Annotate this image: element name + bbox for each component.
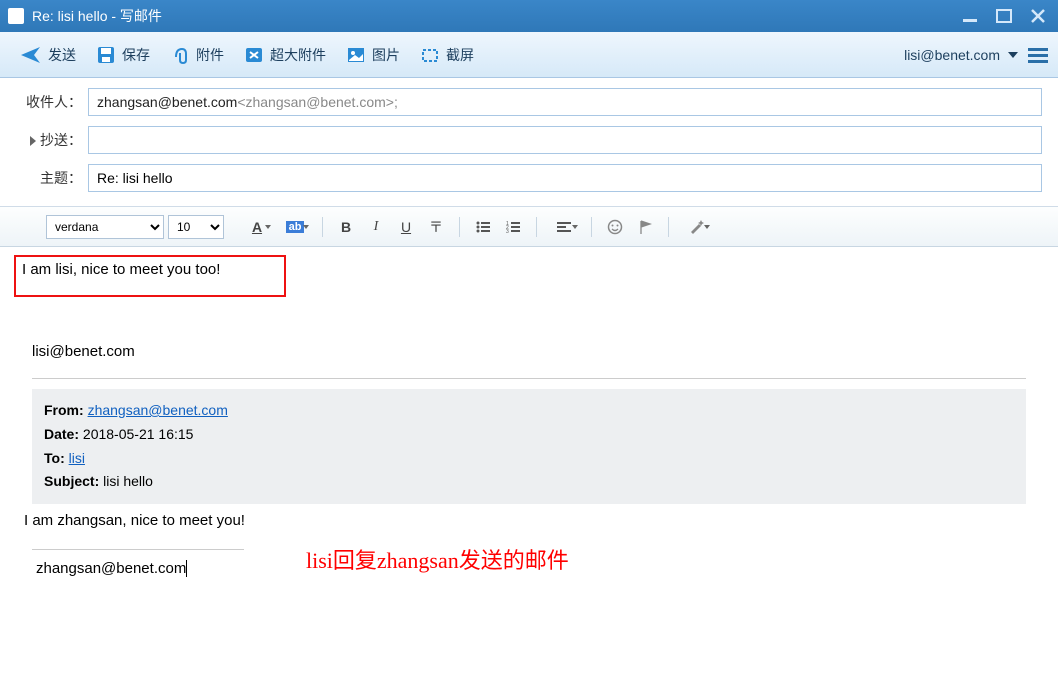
subject-label: 主题：	[16, 168, 88, 188]
large-attach-label: 超大附件	[270, 45, 326, 65]
strikethrough-button[interactable]: 〒	[423, 215, 449, 239]
cc-field[interactable]	[88, 126, 1042, 154]
app-icon	[8, 8, 24, 24]
signature-sender: lisi@benet.com	[32, 343, 1058, 360]
original-body: I am zhangsan, nice to meet you!	[24, 512, 1042, 529]
cc-input[interactable]	[97, 132, 1033, 148]
emoji-button[interactable]	[602, 215, 628, 239]
highlight-button[interactable]: ab	[278, 215, 312, 239]
bold-button[interactable]: B	[333, 215, 359, 239]
screenshot-label: 截屏	[446, 45, 474, 65]
save-label: 保存	[122, 45, 150, 65]
reply-text[interactable]: I am lisi, nice to meet you too!	[14, 255, 286, 297]
qto-link[interactable]: lisi	[69, 450, 85, 466]
format-toolbar: verdana 10 A ab B I U 〒 123	[0, 207, 1058, 247]
large-attach-icon	[244, 45, 264, 65]
date-label: Date:	[44, 426, 79, 442]
subject-input[interactable]	[97, 170, 1033, 186]
flag-button[interactable]	[632, 215, 658, 239]
window-title: Re: lisi hello - 写邮件	[32, 6, 962, 26]
account-label[interactable]: lisi@benet.com	[904, 47, 1000, 63]
separator	[32, 378, 1026, 379]
paperclip-icon	[170, 45, 190, 65]
text-cursor	[186, 560, 187, 577]
qsubject-value: lisi hello	[103, 473, 153, 489]
send-button[interactable]: 发送	[10, 40, 86, 70]
subject-field[interactable]	[88, 164, 1042, 192]
separator-2	[32, 549, 244, 550]
to-name: zhangsan@benet.com	[97, 94, 237, 110]
image-icon	[346, 45, 366, 65]
effects-button[interactable]	[679, 215, 713, 239]
to-email: <zhangsan@benet.com>;	[237, 94, 398, 110]
image-button[interactable]: 图片	[336, 40, 410, 70]
align-button[interactable]	[547, 215, 581, 239]
save-icon	[96, 45, 116, 65]
italic-button[interactable]: I	[363, 215, 389, 239]
account-dropdown[interactable]	[1008, 52, 1018, 58]
date-value: 2018-05-21 16:15	[83, 426, 194, 442]
size-select[interactable]: 10	[168, 215, 224, 239]
to-label: 收件人：	[16, 92, 88, 112]
large-attach-button[interactable]: 超大附件	[234, 40, 336, 70]
menu-icon[interactable]	[1028, 47, 1048, 63]
title-bar: Re: lisi hello - 写邮件	[0, 0, 1058, 32]
numbered-list-button[interactable]: 123	[500, 215, 526, 239]
close-button[interactable]	[1030, 8, 1050, 24]
screenshot-icon	[420, 45, 440, 65]
send-icon	[20, 45, 42, 65]
from-label: From:	[44, 402, 84, 418]
image-label: 图片	[372, 45, 400, 65]
font-color-button[interactable]: A	[240, 215, 274, 239]
annotation-text: lisi回复zhangsan发送的邮件	[306, 543, 569, 575]
save-button[interactable]: 保存	[86, 40, 160, 70]
expand-cc-icon	[30, 136, 36, 146]
screenshot-button[interactable]: 截屏	[410, 40, 484, 70]
underline-button[interactable]: U	[393, 215, 419, 239]
font-select[interactable]: verdana	[46, 215, 164, 239]
to-field[interactable]: zhangsan@benet.com<zhangsan@benet.com>;	[88, 88, 1042, 116]
svg-text:3: 3	[506, 229, 509, 233]
send-label: 发送	[48, 45, 76, 65]
attach-button[interactable]: 附件	[160, 40, 234, 70]
quote-header: From: zhangsan@benet.com Date: 2018-05-2…	[32, 389, 1026, 504]
minimize-button[interactable]	[962, 8, 982, 24]
bullet-list-button[interactable]	[470, 215, 496, 239]
qsubject-label: Subject:	[44, 473, 99, 489]
headers-area: 收件人： zhangsan@benet.com<zhangsan@benet.c…	[0, 78, 1058, 207]
editor-body[interactable]: I am lisi, nice to meet you too! lisi回复z…	[0, 247, 1058, 686]
main-toolbar: 发送 保存 附件 超大附件 图片 截屏 lisi@benet.com	[0, 32, 1058, 78]
cc-label[interactable]: 抄送：	[16, 130, 88, 150]
from-link[interactable]: zhangsan@benet.com	[88, 402, 228, 418]
attach-label: 附件	[196, 45, 224, 65]
maximize-button[interactable]	[996, 8, 1016, 24]
qto-label: To:	[44, 450, 65, 466]
